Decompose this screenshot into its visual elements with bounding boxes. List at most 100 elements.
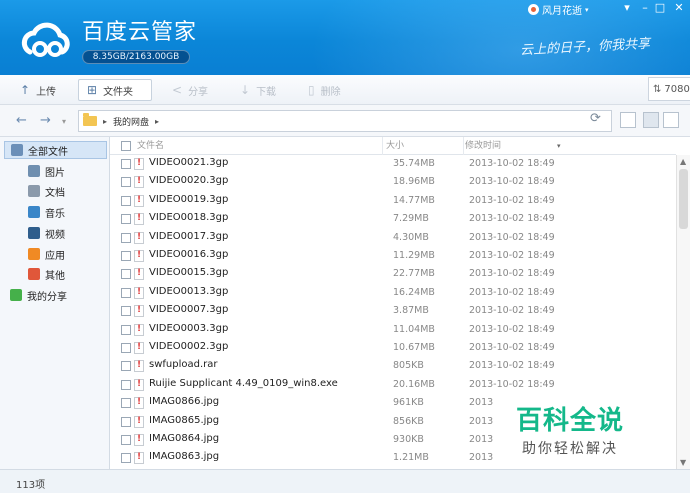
- row-checkbox[interactable]: [121, 159, 131, 169]
- file-row[interactable]: VIDEO0020.3gp 18.96MB 2013-10-02 18:49: [110, 173, 676, 191]
- sidebar-item-music[interactable]: 音乐: [0, 203, 110, 221]
- breadcrumb-root[interactable]: 我的网盘: [113, 115, 149, 128]
- row-checkbox[interactable]: [121, 379, 131, 390]
- scroll-thumb[interactable]: [679, 169, 688, 229]
- column-header-name[interactable]: 文件名: [137, 137, 383, 155]
- vertical-scrollbar[interactable]: ▲ ▼: [676, 155, 690, 469]
- file-name[interactable]: VIDEO0020.3gp: [149, 175, 228, 186]
- row-checkbox[interactable]: [121, 232, 131, 243]
- file-date: 2013-10-02 18:49: [469, 360, 555, 372]
- file-row[interactable]: VIDEO0007.3gp 3.87MB 2013-10-02 18:49: [110, 302, 676, 320]
- file-size: 856KB: [393, 415, 424, 427]
- file-name[interactable]: VIDEO0016.3gp: [149, 249, 228, 260]
- refresh-icon[interactable]: ⟳: [590, 111, 601, 126]
- sidebar-item-other[interactable]: 其他: [0, 265, 110, 283]
- row-checkbox[interactable]: [121, 435, 131, 445]
- file-name[interactable]: VIDEO0021.3gp: [149, 157, 228, 168]
- file-name[interactable]: VIDEO0019.3gp: [149, 194, 228, 205]
- scroll-down-arrow-icon[interactable]: ▼: [680, 458, 686, 467]
- history-dropdown-icon[interactable]: ▾: [62, 117, 66, 126]
- column-header-date[interactable]: 修改时间 ▾: [465, 137, 565, 155]
- file-date: 2013: [469, 397, 494, 409]
- row-checkbox[interactable]: [121, 361, 131, 372]
- file-row[interactable]: VIDEO0019.3gp 14.77MB 2013-10-02 18:49: [110, 192, 676, 210]
- row-checkbox[interactable]: [121, 195, 131, 206]
- sidebar-item-label: 其他: [45, 270, 65, 282]
- file-warning-icon: [134, 250, 144, 262]
- file-name[interactable]: VIDEO0013.3gp: [149, 286, 228, 297]
- delete-button[interactable]: ▯ 删除: [300, 79, 349, 101]
- file-row[interactable]: VIDEO0018.3gp 7.29MB 2013-10-02 18:49: [110, 210, 676, 228]
- list-view-icon[interactable]: [663, 112, 679, 128]
- sidebar-item-my-shares[interactable]: 我的分享: [0, 286, 110, 304]
- file-row[interactable]: VIDEO0016.3gp 11.29MB 2013-10-02 18:49: [110, 247, 676, 265]
- sidebar-item-pictures[interactable]: 图片: [0, 162, 110, 180]
- sidebar-item-apps[interactable]: 应用: [0, 245, 110, 263]
- layout-toggle-icon[interactable]: [620, 112, 636, 128]
- skin-icon[interactable]: ▾: [620, 1, 634, 14]
- path-bar[interactable]: ▸ 我的网盘 ▸: [78, 110, 612, 132]
- file-name[interactable]: VIDEO0017.3gp: [149, 231, 228, 242]
- minimize-icon[interactable]: –: [638, 1, 652, 14]
- scroll-up-arrow-icon[interactable]: ▲: [680, 157, 686, 166]
- row-checkbox[interactable]: [121, 177, 131, 188]
- share-button[interactable]: < 分享: [164, 79, 216, 101]
- file-name[interactable]: VIDEO0015.3gp: [149, 267, 228, 278]
- file-name[interactable]: VIDEO0002.3gp: [149, 341, 228, 352]
- row-checkbox[interactable]: [121, 306, 131, 317]
- grid-view-icon[interactable]: [643, 112, 659, 128]
- row-checkbox[interactable]: [121, 398, 131, 409]
- download-button[interactable]: ↓ 下载: [232, 79, 284, 101]
- file-row[interactable]: VIDEO0003.3gp 11.04MB 2013-10-02 18:49: [110, 321, 676, 339]
- file-date: 2013-10-02 18:49: [469, 268, 555, 280]
- file-row[interactable]: VIDEO0013.3gp 16.24MB 2013-10-02 18:49: [110, 284, 676, 302]
- file-name[interactable]: VIDEO0018.3gp: [149, 212, 228, 223]
- delete-label: 删除: [320, 86, 341, 98]
- forward-arrow-icon[interactable]: →: [40, 113, 51, 128]
- back-arrow-icon[interactable]: ←: [16, 113, 27, 128]
- file-name[interactable]: VIDEO0003.3gp: [149, 323, 228, 334]
- file-warning-icon: [134, 158, 144, 170]
- file-row[interactable]: VIDEO0015.3gp 22.77MB 2013-10-02 18:49: [110, 265, 676, 283]
- maximize-icon[interactable]: □: [653, 1, 667, 14]
- file-row[interactable]: VIDEO0017.3gp 4.30MB 2013-10-02 18:49: [110, 229, 676, 247]
- row-checkbox[interactable]: [121, 269, 131, 280]
- column-header-size[interactable]: 大小: [386, 137, 464, 155]
- file-row[interactable]: VIDEO0021.3gp 35.74MB 2013-10-02 18:49: [110, 155, 676, 173]
- row-checkbox[interactable]: [121, 324, 131, 335]
- sidebar-item-all-files[interactable]: 全部文件: [4, 141, 107, 159]
- row-checkbox[interactable]: [121, 251, 131, 261]
- file-name[interactable]: IMAG0865.jpg: [149, 415, 219, 426]
- row-checkbox[interactable]: [121, 453, 131, 464]
- new-folder-button[interactable]: ⊞ 文件夹: [78, 79, 152, 101]
- user-menu[interactable]: 风月花逝 ▾: [528, 2, 589, 17]
- sidebar-item-documents[interactable]: 文档: [0, 182, 110, 200]
- file-size: 14.77MB: [393, 194, 435, 206]
- speed-value: 7080: [664, 83, 690, 95]
- file-date: 2013-10-02 18:49: [469, 342, 555, 353]
- select-all-checkbox[interactable]: [121, 141, 131, 151]
- upload-button[interactable]: ↑ 上传: [12, 79, 64, 101]
- toolbar: ↑ 上传 ⊞ 文件夹 < 分享 ↓ 下载 ▯ 删除 ⇅ 7080: [0, 75, 690, 105]
- file-warning-icon: [134, 268, 144, 281]
- file-name[interactable]: IMAG0866.jpg: [149, 396, 219, 407]
- file-row[interactable]: Ruijie Supplicant 4.49_0109_win8.exe 20.1…: [110, 376, 676, 394]
- file-name[interactable]: IMAG0864.jpg: [149, 433, 219, 444]
- file-name[interactable]: IMAG0863.jpg: [149, 451, 219, 462]
- file-name[interactable]: swfupload.rar: [149, 359, 218, 370]
- navigation-bar: ← → ▾ ▸ 我的网盘 ▸ ⟳: [0, 105, 690, 137]
- close-icon[interactable]: ✕: [672, 1, 686, 14]
- file-date: 2013-10-02 18:49: [469, 250, 555, 261]
- row-checkbox[interactable]: [121, 287, 131, 298]
- speed-widget[interactable]: ⇅ 7080: [648, 77, 690, 101]
- file-name[interactable]: Ruijie Supplicant 4.49_0109_win8.exe: [149, 378, 338, 389]
- row-checkbox[interactable]: [121, 214, 131, 225]
- row-checkbox[interactable]: [121, 343, 131, 353]
- file-name[interactable]: VIDEO0007.3gp: [149, 304, 228, 315]
- sidebar-item-videos[interactable]: 视频: [0, 224, 110, 242]
- file-row[interactable]: swfupload.rar 805KB 2013-10-02 18:49: [110, 357, 676, 375]
- file-size: 18.96MB: [393, 176, 435, 188]
- row-checkbox[interactable]: [121, 416, 131, 427]
- file-row[interactable]: VIDEO0002.3gp 10.67MB 2013-10-02 18:49: [110, 339, 676, 357]
- folder-icon: [83, 113, 97, 126]
